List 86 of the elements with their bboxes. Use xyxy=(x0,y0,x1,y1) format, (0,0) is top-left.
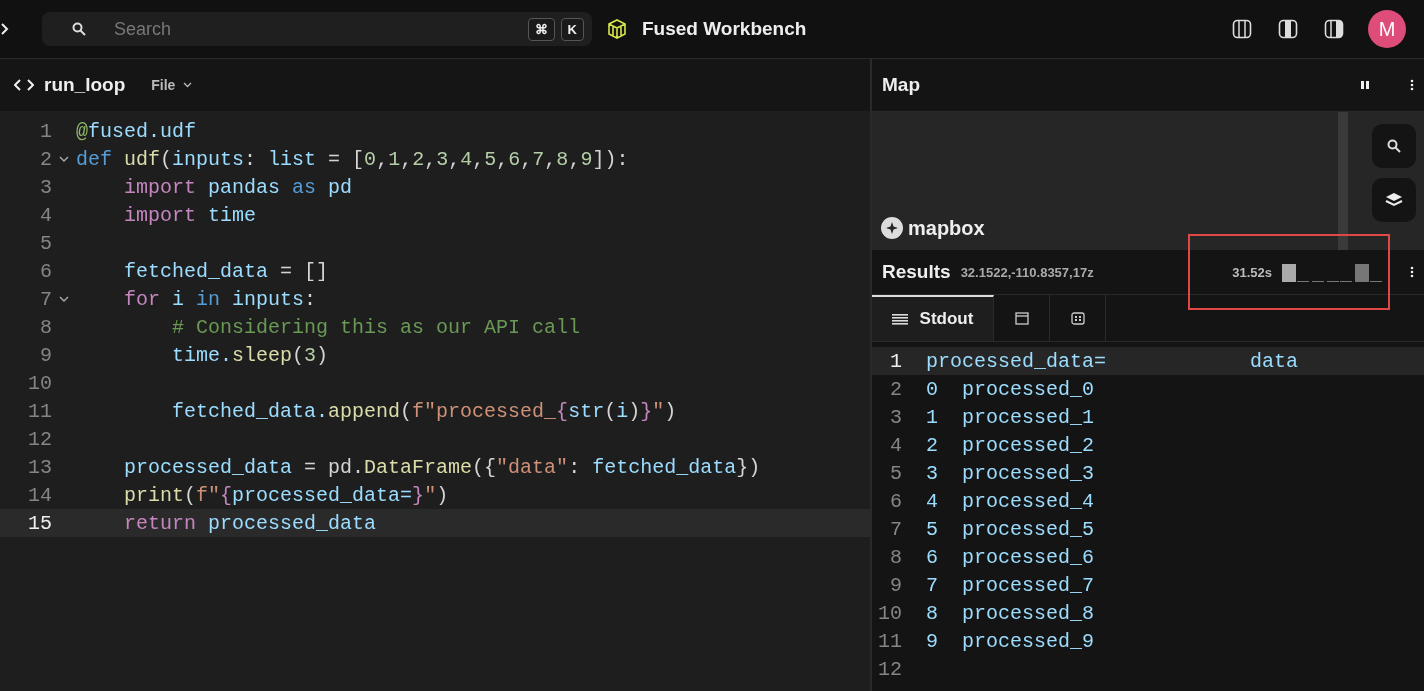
code-text: processed_data = pd.DataFrame({"data": fetched_data}) xyxy=(123,455,761,479)
output-text: 9 processed_9 xyxy=(926,629,1095,653)
line-number: 5 xyxy=(889,461,902,485)
line-number: 11 xyxy=(877,629,902,653)
line-number: 7 xyxy=(889,517,902,541)
chevron-down-icon xyxy=(183,82,193,88)
code-text: time.sleep(3) xyxy=(171,343,329,367)
line-number: 15 xyxy=(27,511,52,535)
fold-chevron-icon[interactable] xyxy=(59,295,69,303)
code-text: print(f"{processed_data=}") xyxy=(123,483,449,507)
app-title: Fused Workbench xyxy=(642,18,807,40)
line-number: 7 xyxy=(39,287,52,311)
more-vertical-icon[interactable] xyxy=(1410,79,1414,91)
mapbox-logo-icon xyxy=(880,216,904,240)
line-number: 12 xyxy=(27,427,52,451)
code-text: return processed_data xyxy=(123,511,377,535)
output-text: 1 processed_1 xyxy=(926,405,1095,429)
line-number: 3 xyxy=(39,175,52,199)
more-vertical-icon[interactable] xyxy=(1410,266,1414,278)
line-number: 8 xyxy=(889,545,902,569)
line-number: 2 xyxy=(39,147,52,171)
search-bar[interactable]: Search ⌘ K xyxy=(42,12,592,46)
line-number: 14 xyxy=(27,483,52,507)
output-text: 3 processed_3 xyxy=(926,461,1095,485)
map-attribution: mapbox xyxy=(880,216,985,240)
line-number: 12 xyxy=(877,657,902,681)
line-number: 4 xyxy=(889,433,902,457)
code-text: fetched_data.append(f"processed_{str(i)}") xyxy=(171,399,677,423)
map-canvas[interactable]: mapbox xyxy=(872,112,1424,250)
line-number: 1 xyxy=(889,349,902,373)
search-icon xyxy=(72,22,86,36)
pause-icon[interactable] xyxy=(1360,80,1370,90)
code-text: fetched_data = [] xyxy=(123,259,329,283)
line-number: 6 xyxy=(889,489,902,513)
line-number: 6 xyxy=(39,259,52,283)
search-input[interactable]: Search xyxy=(98,18,516,40)
line-number: 9 xyxy=(889,573,902,597)
code-text: import pandas as pd xyxy=(123,175,353,199)
output-text: 4 processed_4 xyxy=(926,489,1095,513)
layout-panel-icon[interactable] xyxy=(1324,19,1344,39)
layers-button[interactable] xyxy=(1372,178,1416,222)
output-text: 5 processed_5 xyxy=(926,517,1095,541)
code-text: @fused.udf xyxy=(76,119,197,143)
output-text: 2 processed_2 xyxy=(926,433,1095,457)
keyboard-key: K xyxy=(560,17,584,41)
line-number: 4 xyxy=(39,203,52,227)
map-search-button[interactable] xyxy=(1372,124,1416,168)
lines-icon xyxy=(891,313,908,325)
line-number: 10 xyxy=(877,601,902,625)
grid-icon xyxy=(1070,311,1085,325)
run-duration: 31.52s xyxy=(1232,264,1272,280)
line-number: 13 xyxy=(27,455,52,479)
file-menu[interactable]: File xyxy=(145,76,199,94)
map-coordinates: 32.1522,-110.8357,17z xyxy=(960,264,1095,280)
code-text: for i in inputs: xyxy=(123,287,317,311)
output-text: 0 processed_0 xyxy=(926,377,1095,401)
line-number: 11 xyxy=(27,399,52,423)
udf-name: run_loop xyxy=(44,74,126,96)
panel-title: Results xyxy=(882,261,951,283)
user-avatar[interactable]: M xyxy=(1368,10,1406,48)
code-icon xyxy=(14,79,34,91)
output-text: 7 processed_7 xyxy=(926,573,1095,597)
fold-chevron-icon[interactable] xyxy=(59,155,69,163)
line-number: 3 xyxy=(889,405,902,429)
line-number: 9 xyxy=(39,343,52,367)
line-number: 5 xyxy=(39,231,52,255)
output-text: 8 processed_8 xyxy=(926,601,1095,625)
panel-title: Map xyxy=(882,74,921,96)
line-number: 8 xyxy=(39,315,52,339)
output-text: 6 processed_6 xyxy=(926,545,1095,569)
layout-panel-icon[interactable] xyxy=(1278,19,1298,39)
stdout-tab[interactable]: Stdout xyxy=(872,295,994,341)
line-number: 2 xyxy=(889,377,902,401)
cube-logo-icon xyxy=(606,18,628,40)
layout-panel-icon[interactable] xyxy=(1232,19,1252,39)
line-number: 10 xyxy=(27,371,52,395)
layers-icon xyxy=(1385,192,1403,208)
output-text: processed_data= data xyxy=(926,349,1299,373)
window-icon xyxy=(1014,311,1029,325)
line-number: 1 xyxy=(39,119,52,143)
code-text: def udf(inputs: list = [0,1,2,3,4,5,6,7,8,9]): xyxy=(76,147,629,171)
code-text: # Considering this as our API call xyxy=(171,315,581,339)
code-text: import time xyxy=(123,203,257,227)
keyboard-key: ⌘ xyxy=(527,17,555,41)
search-icon xyxy=(1387,139,1401,153)
map-scrollbar[interactable] xyxy=(1338,112,1348,250)
